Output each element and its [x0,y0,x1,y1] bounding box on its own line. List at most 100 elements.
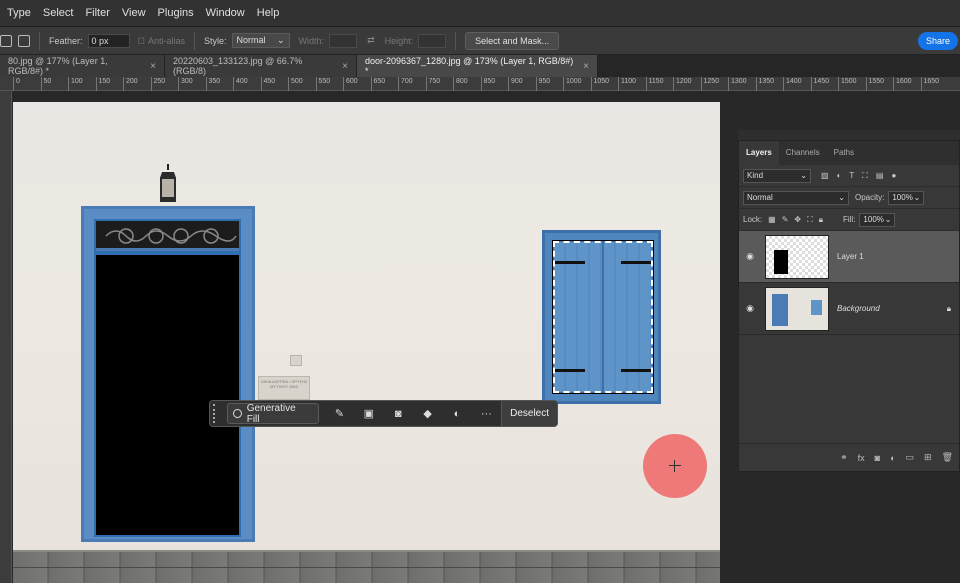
tab-document-3[interactable]: door-2096367_1280.jpg @ 173% (Layer 1, R… [357,55,598,77]
ruler-tick: 450 [260,77,275,91]
fill-bucket-icon[interactable]: ◆ [413,407,442,420]
tab-layers[interactable]: Layers [739,141,779,165]
horizontal-ruler[interactable]: 0 50 100 150 200 250 300 350 400 450 500 550 600 650 7… [0,77,960,91]
adjustment-filter-icon[interactable]: ◐ [837,171,842,180]
pavement [13,550,720,583]
close-icon[interactable]: × [342,61,348,72]
menu-view[interactable]: View [116,0,152,27]
select-and-mask-button[interactable]: Select and Mask... [465,31,560,50]
lock-all-icon[interactable]: 🔒︎ [819,215,823,225]
drag-handle-icon[interactable] [213,404,221,423]
width-input[interactable] [329,33,358,48]
new-layer-icon[interactable]: ⊞ [924,452,932,463]
layer-name[interactable]: Layer 1 [837,252,864,261]
lock-label: Lock: [743,215,763,224]
layer-name[interactable]: Background [837,304,880,313]
lock-pixels-icon[interactable]: ✎ [782,215,789,224]
opacity-input[interactable]: 100% ⌄ [888,190,925,205]
share-button[interactable]: Share [918,32,958,50]
add-mask-icon[interactable]: ◙ [875,453,880,463]
height-input[interactable] [418,33,447,48]
menu-select[interactable]: Select [37,0,80,27]
blend-mode-value: Normal [747,192,773,202]
lock-position-icon[interactable]: ✥ [794,215,801,224]
ruler-tick: 1100 [618,77,636,91]
ruler-tick: 300 [178,77,193,91]
menu-plugins[interactable]: Plugins [152,0,200,27]
shape-filter-icon[interactable]: ⛶ [862,171,868,181]
tab-document-2[interactable]: 20220603_133123.jpg @ 66.7% (RGB/8) × [165,55,357,77]
fill-input[interactable]: 100% ⌄ [859,212,896,227]
deselect-button[interactable]: Deselect [501,401,557,426]
antialias-checkbox[interactable]: ◻ [138,35,145,46]
chevron-down-icon: ⌄ [277,35,285,45]
generative-fill-button[interactable]: Generative Fill [226,403,319,425]
trash-icon[interactable]: 🗑︎ [942,452,953,463]
ruler-tick: 100 [68,77,83,91]
layer-row-background[interactable]: ◉ Background 🔒︎ [739,283,959,335]
transform-selection-icon[interactable]: ▣ [354,407,383,420]
style-select[interactable]: Normal ⌄ [231,33,290,48]
menu-type[interactable]: Type [0,0,37,27]
options-bar: Feather: 0 px ◻ Anti-alias Style: Normal… [0,27,960,55]
tab-paths[interactable]: Paths [827,141,861,165]
divider [455,31,457,50]
menu-filter[interactable]: Filter [79,0,115,27]
image-canvas[interactable]: ΟΙΚΙΑ ΑΝΤΡΕΑ • ΧΡΥΣΗΣ ΜΥΤΙΛΟΥ 1963 [13,102,720,583]
cursor-highlight [643,434,707,498]
smart-object-filter-icon[interactable]: ▤ [876,171,884,180]
visibility-eye-icon[interactable]: ◉ [739,303,761,314]
panel-collapse-strip[interactable] [738,130,960,140]
feather-input[interactable]: 0 px [87,33,130,48]
ruler-tick: 1650 [920,77,939,91]
image-filter-icon[interactable]: ▨ [821,171,829,180]
style-label: Style: [204,35,227,46]
mask-icon[interactable]: ◙ [384,408,413,420]
close-icon[interactable]: × [583,61,589,72]
vertical-ruler[interactable] [0,91,12,583]
close-icon[interactable]: × [150,61,156,72]
menu-window[interactable]: Window [200,0,251,27]
adjustment-layer-icon[interactable]: ◐ [890,453,895,463]
ruler-tick: 1500 [838,77,857,91]
adjustment-icon[interactable]: ◐ [442,408,471,420]
blend-mode-select[interactable]: Normal ⌄ [743,190,849,205]
kind-filter-select[interactable]: Kind ⌄ [743,168,811,183]
chevron-down-icon: ⌄ [884,214,892,224]
menu-help[interactable]: Help [251,0,286,27]
ruler-tick: 1150 [645,77,664,91]
ruler-tick: 350 [205,77,220,91]
ruler-tick: 700 [398,77,413,91]
layer-row-layer-1[interactable]: ◉ Layer 1 [739,231,959,283]
lock-transparency-icon[interactable]: ▦ [768,215,776,224]
visibility-eye-icon[interactable]: ◉ [739,251,761,262]
lock-artboard-icon[interactable]: ⛶ [807,215,813,225]
ruler-tick: 550 [315,77,330,91]
ruler-tick: 150 [95,77,110,91]
tab-channels[interactable]: Channels [779,141,827,165]
style-value: Normal [236,35,266,45]
ruler-tick: 1250 [700,77,719,91]
menu-bar: Type Select Filter View Plugins Window H… [0,0,960,27]
layer-thumbnail [765,234,829,279]
thumbnail-door [772,293,788,326]
link-layers-icon[interactable]: ⚭ [840,452,848,463]
ruler-tick: 600 [343,77,358,91]
ruler-tick: 1450 [810,77,829,91]
tab-document-1[interactable]: 80.jpg @ 177% (Layer 1, RGB/8#) * × [0,55,165,77]
fill-value: 100% [863,214,884,224]
ruler-tick: 1200 [673,77,692,91]
type-filter-icon[interactable]: T [849,171,854,180]
marquee-selection[interactable] [552,240,654,394]
swap-icon[interactable]: ⇄ [367,35,375,46]
filter-toggle-icon[interactable]: ● [891,171,896,180]
door-frame [81,206,255,542]
new-selection-icon[interactable] [0,34,12,47]
ruler-tick: 1350 [755,77,774,91]
new-group-icon[interactable]: ▭ [906,452,915,463]
brush-icon[interactable]: ✎ [325,407,354,420]
add-selection-icon[interactable] [18,34,30,47]
fx-icon[interactable]: fx [858,453,865,463]
more-options-icon[interactable]: ··· [472,408,501,420]
contextual-task-bar: Generative Fill ✎ ▣ ◙ ◆ ◐ ··· Deselect [209,400,558,427]
